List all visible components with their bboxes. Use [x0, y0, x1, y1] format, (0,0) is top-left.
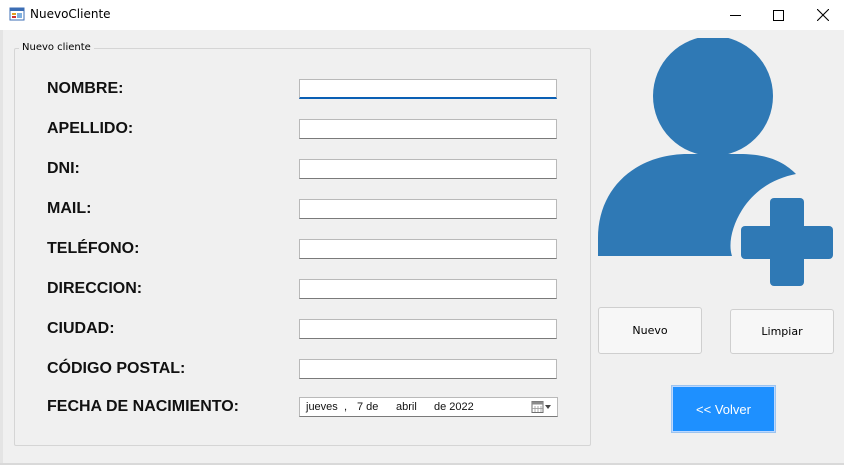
add-user-icon [598, 38, 833, 286]
label-telefono: TELÉFONO: [47, 240, 140, 257]
codigo-postal-input[interactable] [299, 359, 557, 379]
label-apellido: APELLIDO: [47, 120, 134, 137]
label-ciudad: CIUDAD: [47, 320, 115, 337]
label-mail: MAIL: [47, 200, 92, 217]
ciudad-input[interactable] [299, 319, 557, 339]
date-month: abril [396, 401, 417, 413]
window: NuevoCliente Nuevo cliente NOMBRE: APELL… [0, 0, 844, 465]
calendar-dropdown-icon[interactable] [531, 400, 553, 414]
date-day: 7 de [357, 401, 379, 413]
dni-input[interactable] [299, 159, 557, 179]
maximize-button[interactable] [755, 0, 801, 30]
volver-button[interactable]: << Volver [672, 386, 775, 432]
minimize-button[interactable] [712, 0, 758, 30]
label-codigo-postal: CÓDIGO POSTAL: [47, 360, 186, 377]
form-icon [9, 7, 25, 21]
apellido-input[interactable] [299, 119, 557, 139]
date-separator: , [344, 401, 348, 413]
close-button[interactable] [800, 0, 844, 30]
limpiar-button[interactable]: Limpiar [730, 309, 834, 354]
label-nombre: NOMBRE: [47, 80, 124, 97]
label-direccion: DIRECCION: [47, 280, 143, 297]
date-weekday: jueves [306, 401, 338, 413]
window-title: NuevoCliente [30, 7, 111, 21]
groupbox-legend: Nuevo cliente [19, 42, 94, 53]
mail-input[interactable] [299, 199, 557, 219]
date-year: de 2022 [434, 401, 474, 413]
direccion-input[interactable] [299, 279, 557, 299]
nombre-input[interactable] [299, 79, 557, 99]
label-dni: DNI: [47, 160, 80, 177]
label-fecha-nacimiento: FECHA DE NACIMIENTO: [47, 398, 239, 415]
close-icon [817, 9, 829, 21]
nuevo-button[interactable]: Nuevo [598, 307, 702, 354]
maximize-icon [772, 9, 784, 21]
birthdate-picker[interactable]: jueves , 7 de abril de 2022 [299, 397, 558, 417]
minimize-icon [729, 14, 741, 16]
telefono-input[interactable] [299, 239, 557, 259]
window-border [0, 30, 3, 465]
title-bar: NuevoCliente [0, 0, 844, 30]
